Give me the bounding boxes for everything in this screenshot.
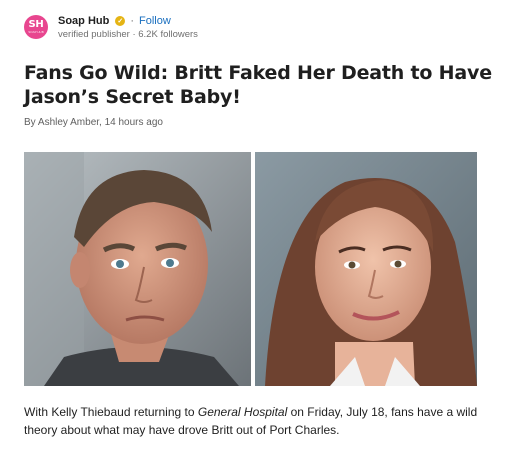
- publisher-logo-subtext: SOAP HUB: [28, 30, 44, 34]
- separator-dot: ·: [130, 14, 135, 27]
- publisher-logo[interactable]: SH SOAP HUB: [24, 15, 48, 39]
- publisher-name[interactable]: Soap Hub: [58, 15, 109, 27]
- publisher-header: SH SOAP HUB Soap Hub ✓ · Follow verified…: [24, 9, 198, 45]
- article-summary: With Kelly Thiebaud returning to General…: [24, 403, 494, 439]
- publisher-subtitle: verified publisher · 6.2K followers: [58, 29, 198, 40]
- publisher-name-row: Soap Hub ✓ · Follow: [58, 13, 198, 28]
- article-photo-britt[interactable]: [255, 152, 477, 386]
- woman-portrait-image: [255, 152, 477, 386]
- verified-badge-icon: ✓: [115, 15, 126, 26]
- man-portrait-image: [24, 152, 251, 386]
- article-headline[interactable]: Fans Go Wild: Britt Faked Her Death to H…: [24, 61, 494, 109]
- article-photo-jason[interactable]: [24, 152, 251, 386]
- show-title: General Hospital: [197, 405, 288, 419]
- publisher-logo-text: SH: [28, 19, 44, 30]
- summary-text-start: With Kelly Thiebaud returning to: [24, 405, 198, 419]
- follow-button[interactable]: Follow: [139, 15, 171, 27]
- publisher-info: Soap Hub ✓ · Follow verified publisher ·…: [58, 13, 198, 41]
- article-byline: By Ashley Amber, 14 hours ago: [24, 117, 163, 128]
